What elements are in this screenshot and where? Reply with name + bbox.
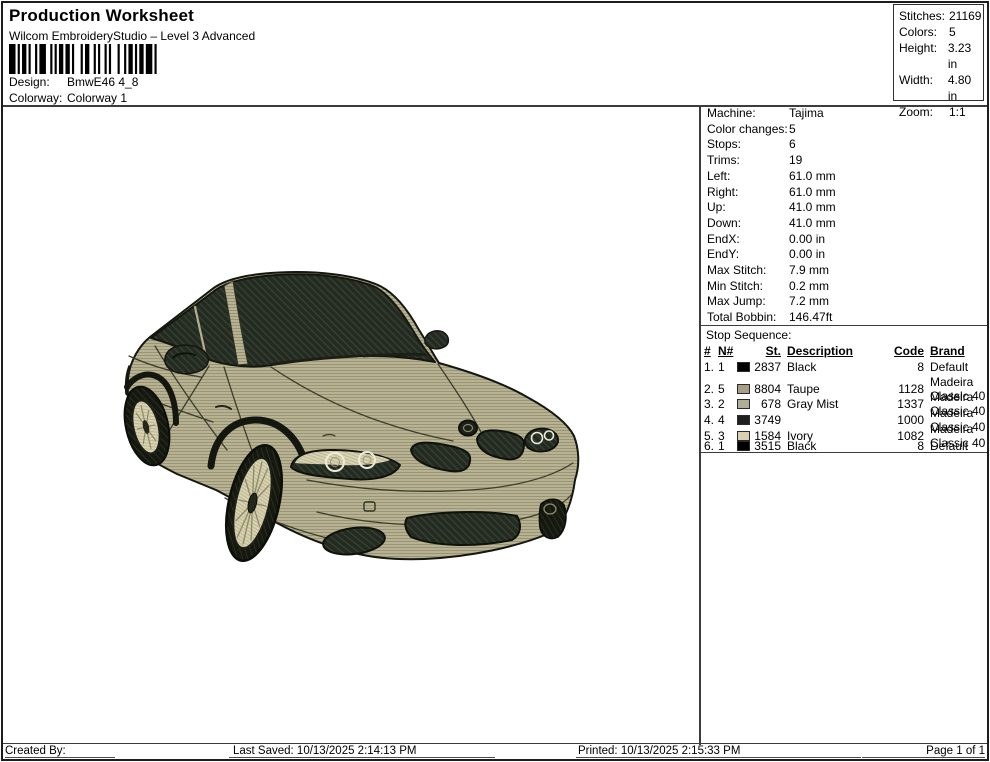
machine-row: EndX:0.00 in — [703, 232, 987, 248]
car-embroidery-graphic — [121, 266, 581, 576]
printed-field: Printed: 10/13/2025 2:15:33 PM — [576, 744, 861, 758]
stat-row-colors: Colors:5 — [899, 24, 983, 40]
machine-row: EndY:0.00 in — [703, 247, 987, 263]
page-footer: Created By: Last Saved: 10/13/2025 2:14:… — [3, 743, 987, 759]
created-by-field: Created By: — [5, 744, 115, 758]
machine-row: Color changes:5 — [703, 122, 987, 138]
stat-row-stitches: Stitches:21169 — [899, 8, 983, 24]
stop-sequence-title: Stop Sequence: — [706, 328, 791, 342]
bmw-roundel — [459, 421, 477, 436]
last-saved-field: Last Saved: 10/13/2025 2:14:13 PM — [229, 744, 495, 758]
stat-row-width: Width:4.80 in — [899, 72, 983, 104]
stop-sequence-header-row: # N# St. Description Code Brand — [704, 343, 987, 359]
machine-row: Stops:6 — [703, 137, 987, 153]
machine-row: Total Bobbin:146.47ft — [703, 310, 987, 326]
thread-swatch — [737, 441, 750, 451]
thread-swatch — [737, 415, 750, 425]
thread-swatch — [737, 431, 750, 441]
headlight-right — [525, 428, 558, 451]
side-mirror-left — [165, 345, 209, 374]
machine-row: Min Stitch:0.2 mm — [703, 279, 987, 295]
panel-divider — [699, 105, 701, 745]
colorway-value: Colorway 1 — [67, 91, 127, 105]
design-label: Design: — [9, 75, 67, 89]
design-barcode — [9, 44, 161, 74]
page-number-field: Page 1 of 1 — [862, 744, 985, 758]
thread-swatch — [737, 362, 750, 372]
machine-row: Down:41.0 mm — [703, 216, 987, 232]
machine-row: Right:61.0 mm — [703, 185, 987, 201]
machine-row: Trims:19 — [703, 153, 987, 169]
machine-row: Max Jump:7.2 mm — [703, 294, 987, 310]
design-row: Design: BmwE46 4_8 — [9, 75, 138, 89]
production-worksheet-page: Production Worksheet Wilcom EmbroiderySt… — [1, 1, 989, 761]
stop-row: 1.1 2837 Black 8 Default — [704, 359, 987, 375]
page-title: Production Worksheet — [9, 6, 194, 26]
stop-sequence-table: # N# St. Description Code Brand 1.1 2837… — [704, 343, 987, 454]
machine-row: Max Stitch:7.9 mm — [703, 263, 987, 279]
stop-sequence-divider — [701, 325, 987, 326]
side-mirror-right — [425, 331, 448, 349]
design-stats-box: Stitches:21169 Colors:5 Height:3.23 in W… — [893, 4, 984, 101]
machine-row: Left:61.0 mm — [703, 169, 987, 185]
machine-row: Up:41.0 mm — [703, 200, 987, 216]
design-value: BmwE46 4_8 — [67, 75, 138, 89]
machine-info-panel: Machine:Tajima Color changes:5 Stops:6 T… — [703, 106, 987, 326]
colorway-label: Colorway: — [9, 91, 67, 105]
bumper-intake-right — [405, 512, 520, 545]
thread-swatch — [737, 399, 750, 409]
stat-row-height: Height:3.23 in — [899, 40, 983, 72]
colorway-row: Colorway: Colorway 1 — [9, 91, 127, 105]
machine-row: Machine:Tajima — [703, 106, 987, 122]
stop-row: 2.5 8804 Taupe 1128 Madeira Classic 40 — [704, 375, 987, 391]
stop-sequence-bottom-divider — [701, 452, 987, 453]
thread-swatch — [737, 384, 750, 394]
software-subtitle: Wilcom EmbroideryStudio – Level 3 Advanc… — [9, 29, 255, 43]
